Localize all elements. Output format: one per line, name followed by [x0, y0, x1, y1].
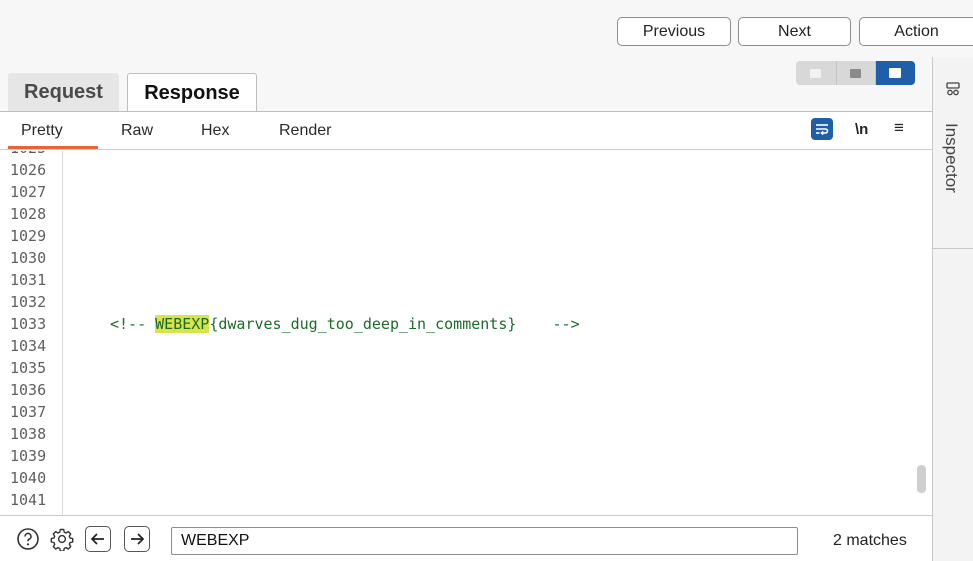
previous-match-button[interactable] [85, 526, 111, 552]
top-toolbar: Previous Next Action [0, 0, 973, 57]
line-number: 1027 [10, 183, 47, 201]
single-pane-icon[interactable] [875, 61, 915, 85]
hamburger-icon[interactable]: ≡ [894, 118, 904, 138]
line-number: 1034 [10, 337, 47, 355]
inspector-sidebar: Inspector [932, 57, 973, 561]
tab-divider [0, 111, 932, 112]
line-number: 1040 [10, 469, 47, 487]
editor-bottom-divider [0, 515, 932, 516]
line-number: 1032 [10, 293, 47, 311]
code-line-comment: <!-- WEBEXP{dwarves_dug_too_deep_in_comm… [110, 313, 580, 335]
line-number: 1036 [10, 381, 47, 399]
code-suffix: {dwarves_dug_too_deep_in_comments} --> [209, 315, 580, 333]
tab-pretty[interactable]: Pretty [21, 122, 63, 140]
word-wrap-icon[interactable] [811, 118, 833, 140]
next-match-button[interactable] [124, 526, 150, 552]
vertical-scrollbar-thumb[interactable] [917, 465, 926, 493]
line-number: 1029 [10, 227, 47, 245]
inspector-tab-label[interactable]: Inspector [941, 123, 961, 193]
line-number: 1026 [10, 161, 47, 179]
search-input[interactable] [171, 527, 798, 555]
help-icon[interactable] [15, 526, 41, 552]
previous-button[interactable]: Previous [617, 17, 731, 46]
line-number: 1028 [10, 205, 47, 223]
tab-raw[interactable]: Raw [121, 122, 153, 140]
tab-render[interactable]: Render [279, 122, 331, 140]
code-prefix: <!-- [110, 315, 156, 333]
search-match-highlight: WEBEXP [155, 315, 210, 333]
newline-toggle[interactable]: \n [855, 121, 868, 138]
line-number: 1035 [10, 359, 47, 377]
inspector-icon[interactable] [945, 81, 961, 101]
line-number: 1038 [10, 425, 47, 443]
line-number-gutter: 1025 1026 1027 1028 1029 1030 1031 1032 … [0, 151, 63, 515]
next-button[interactable]: Next [738, 17, 851, 46]
split-vertical-icon[interactable] [835, 61, 876, 85]
line-number: 1037 [10, 403, 47, 421]
response-editor[interactable]: 1025 1026 1027 1028 1029 1030 1031 1032 … [0, 151, 932, 515]
line-number: 1025 [10, 151, 46, 159]
inspector-divider [933, 248, 973, 249]
subtab-divider [0, 149, 932, 150]
split-horizontal-icon[interactable] [796, 61, 836, 85]
line-number: 1033 [10, 315, 47, 333]
line-number: 1031 [10, 271, 47, 289]
action-button[interactable]: Action [859, 17, 973, 46]
line-number: 1041 [10, 491, 47, 509]
line-number: 1039 [10, 447, 47, 465]
gear-icon[interactable] [49, 526, 75, 552]
match-count: 2 matches [833, 532, 907, 549]
line-number: 1030 [10, 249, 47, 267]
tab-hex[interactable]: Hex [201, 122, 229, 140]
tab-request[interactable]: Request [8, 73, 119, 111]
layout-toggle [796, 61, 915, 85]
tab-response[interactable]: Response [127, 73, 257, 112]
